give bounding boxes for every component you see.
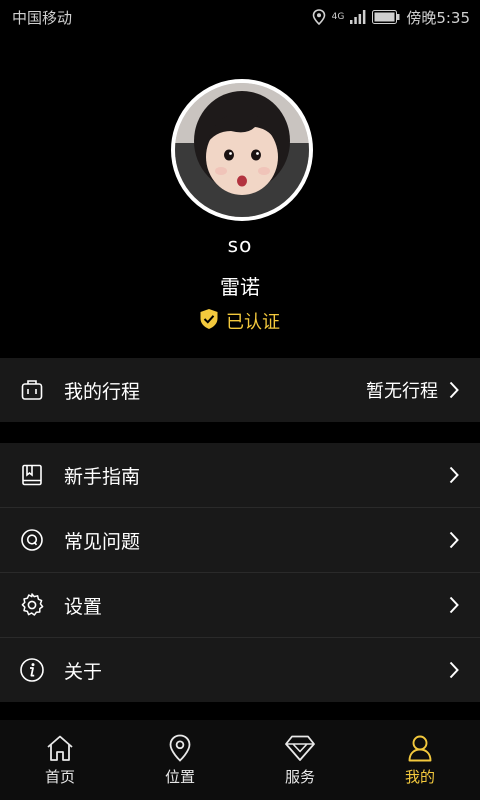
clock: 傍晚5:35: [406, 8, 470, 27]
menu-item-label: 关于: [64, 660, 103, 683]
carrier-name: 中国移动: [12, 8, 73, 27]
menu-item-beginner-guide[interactable]: 新手指南: [0, 443, 480, 507]
nav-item-mine[interactable]: 我的: [360, 720, 480, 800]
real-name: 雷诺: [220, 275, 260, 299]
username: so: [227, 233, 253, 257]
nav-item-label: 首页: [44, 767, 75, 786]
location-icon: [312, 9, 326, 25]
profile-header: so 雷诺 已认证: [0, 34, 480, 358]
my-trips-value: 暂无行程: [366, 381, 438, 402]
status-icons: 4G 傍晚5:35: [312, 7, 470, 28]
book-icon: [18, 461, 46, 489]
shield-check-icon: [200, 308, 218, 334]
signal-icon: [350, 10, 366, 24]
my-trips-row[interactable]: 我的行程 暂无行程: [0, 358, 480, 422]
menu-item-faq[interactable]: 常见问题: [0, 508, 480, 572]
menu-item-settings[interactable]: 设置: [0, 573, 480, 637]
luggage-icon: [18, 376, 46, 404]
nav-item-label: 我的: [404, 767, 435, 786]
person-icon: [406, 734, 434, 762]
chevron-right-icon: [446, 594, 462, 616]
home-icon: [45, 734, 75, 762]
diamond-icon: [284, 734, 316, 762]
battery-icon: [372, 10, 400, 24]
nav-item-label: 服务: [284, 767, 315, 786]
nav-item-location[interactable]: 位置: [120, 720, 240, 800]
chevron-right-icon: [446, 529, 462, 551]
chevron-right-icon: [446, 379, 462, 401]
status-bar: 中国移动 4G 傍晚5:35: [0, 0, 480, 34]
avatar[interactable]: [171, 79, 313, 221]
info-icon: [18, 656, 46, 684]
menu-item-label: 新手指南: [64, 465, 141, 488]
bottom-nav: 首页 位置 服务 我的: [0, 720, 480, 800]
chevron-right-icon: [446, 659, 462, 681]
location-pin-icon: [167, 734, 193, 762]
nav-item-services[interactable]: 服务: [240, 720, 360, 800]
verified-label: 已认证: [226, 312, 280, 333]
network-type-label: 4G: [331, 11, 345, 22]
question-icon: [18, 526, 46, 554]
gear-icon: [18, 591, 46, 619]
menu-item-about[interactable]: 关于: [0, 638, 480, 702]
my-trips-label: 我的行程: [64, 380, 141, 403]
verified-badge: 已认证: [0, 308, 480, 334]
nav-item-label: 位置: [164, 767, 195, 786]
chevron-right-icon: [446, 464, 462, 486]
menu-item-label: 常见问题: [64, 530, 141, 553]
menu-item-label: 设置: [64, 595, 103, 618]
nav-item-home[interactable]: 首页: [0, 720, 120, 800]
